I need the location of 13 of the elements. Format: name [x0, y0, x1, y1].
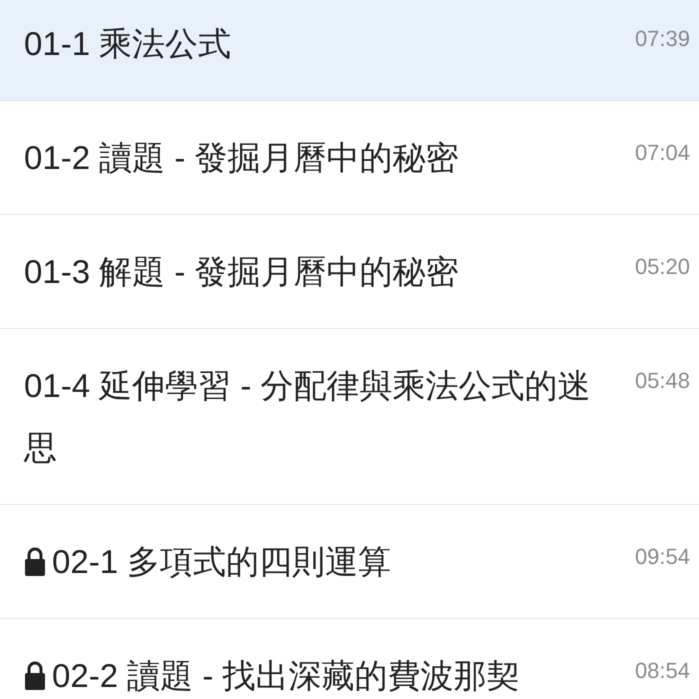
- lesson-item[interactable]: 01-1 乘法公式 07:39: [0, 0, 699, 101]
- lesson-duration: 09:54: [634, 543, 690, 571]
- lesson-duration: 08:54: [634, 657, 690, 685]
- lesson-title: 02-2 讀題 - 找出深藏的費波那契: [52, 657, 520, 694]
- lesson-title: 01-1 乘法公式: [24, 25, 232, 62]
- lesson-title: 01-2 讀題 - 發掘月曆中的秘密: [24, 139, 459, 176]
- lesson-title: 01-4 延伸學習 - 分配律與乘法公式的迷思: [24, 367, 591, 466]
- lesson-duration: 07:04: [634, 139, 690, 167]
- lesson-duration: 07:39: [634, 25, 690, 53]
- lesson-duration: 05:20: [634, 253, 690, 281]
- lesson-title: 02-1 多項式的四則運算: [52, 543, 392, 580]
- lesson-duration: 05:48: [634, 367, 690, 395]
- lesson-title: 01-3 解題 - 發掘月曆中的秘密: [24, 253, 459, 290]
